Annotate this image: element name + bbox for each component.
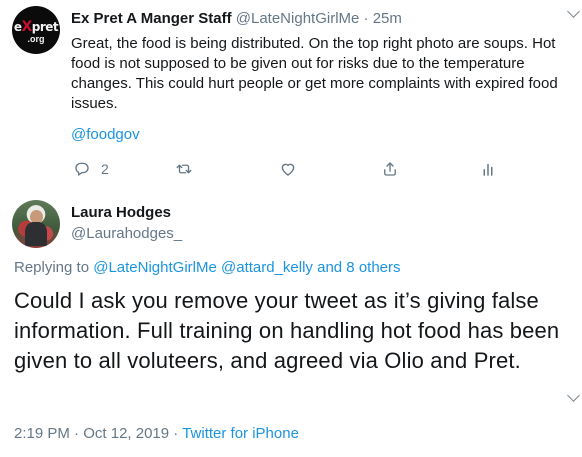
meta-separator: · (74, 425, 80, 442)
mention-link[interactable]: @LateNightGirlMe (93, 259, 217, 276)
avatar-logo-subtext: .org (27, 34, 45, 44)
tweet-time[interactable]: 25m (373, 10, 402, 27)
tweet-actions: 2 (71, 158, 571, 182)
avatar-logo-text: eXpret (13, 19, 59, 35)
tweet-text: Could I ask you remove your tweet as it’… (14, 288, 560, 373)
avatar-expret[interactable]: eXpret .org (12, 6, 60, 54)
avatar-figure (25, 222, 47, 246)
chevron-down-icon[interactable] (567, 389, 580, 402)
author-name[interactable]: Ex Pret A Manger Staff (71, 10, 232, 27)
others-link[interactable]: and 8 others (317, 259, 400, 276)
retweet-button[interactable] (175, 158, 193, 180)
like-icon (281, 163, 295, 176)
tweet-time[interactable]: 2:19 PM (14, 425, 70, 442)
reply-icon (75, 162, 89, 176)
chevron-down-icon[interactable] (567, 5, 580, 18)
author-name[interactable]: Laura Hodges (71, 204, 171, 221)
tweet-meta: 2:19 PM · Oct 12, 2019 · Twitter for iPh… (14, 425, 299, 442)
tweet-date[interactable]: Oct 12, 2019 (83, 425, 169, 442)
like-button[interactable] (279, 158, 297, 180)
retweet-icon (176, 164, 192, 174)
replying-prefix: Replying to (14, 259, 90, 276)
reply-button[interactable]: 2 (73, 158, 109, 180)
author-handle[interactable]: @LateNightGirlMe (236, 10, 360, 27)
analytics-button[interactable] (479, 158, 497, 180)
analytics-icon (483, 163, 493, 176)
replying-to-line: Replying to @LateNightGirlMe @attard_kel… (14, 259, 401, 276)
tweet-source-link[interactable]: Twitter for iPhone (182, 425, 299, 442)
avatar-laura[interactable] (12, 200, 60, 248)
tweet-original[interactable]: eXpret .org Ex Pret A Manger Staff @Late… (0, 0, 582, 190)
tweet-text: Great, the food is being distributed. On… (71, 35, 558, 112)
author-handle[interactable]: @Laurahodges_ (71, 225, 182, 242)
meta-separator: · (173, 425, 179, 442)
mention-link[interactable]: @foodgov (71, 126, 140, 143)
tweet-header: Ex Pret A Manger Staff @LateNightGirlMe … (71, 10, 402, 27)
reply-count: 2 (101, 161, 109, 177)
header-separator: · (363, 10, 369, 27)
share-icon (384, 162, 396, 176)
mention-link[interactable]: @attard_kelly (221, 259, 313, 276)
share-button[interactable] (381, 158, 399, 180)
tweet-reply: Laura Hodges @Laurahodges_ Replying to @… (0, 190, 582, 457)
